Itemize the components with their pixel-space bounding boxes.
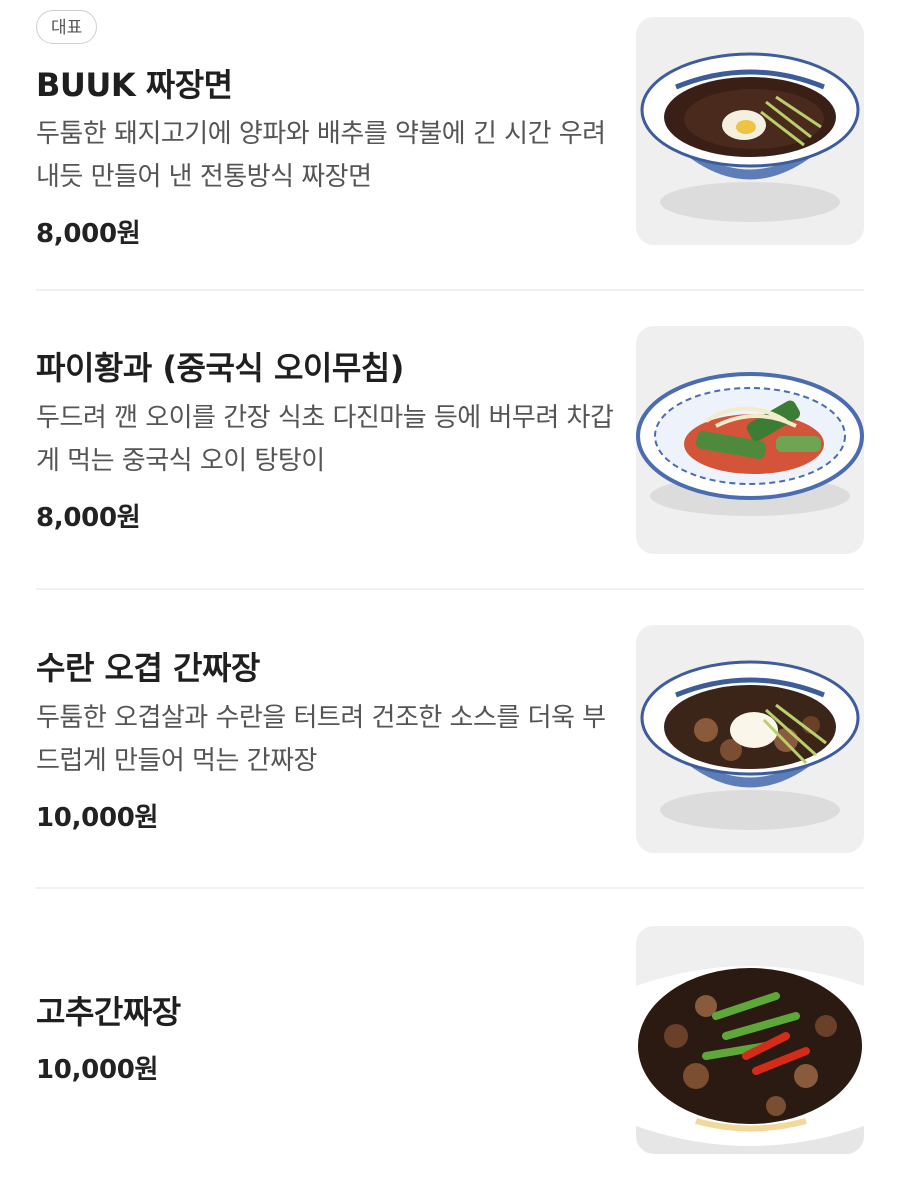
menu-item-name: 수란 오겹 간짜장 <box>36 649 260 687</box>
menu-item-text: 고추간짜장 10,000원 <box>36 925 616 1153</box>
divider <box>36 289 864 291</box>
menu-item-photo[interactable] <box>636 326 864 554</box>
menu-item-text: 대표 BUUK 짜장면 두툼한 돼지고기에 양파와 배추를 약불에 긴 시간 우… <box>36 10 616 249</box>
menu-item-photo[interactable] <box>636 625 864 853</box>
cucumber-salad-plate-image <box>636 326 864 554</box>
menu-item-text: 파이황과 (중국식 오이무침) 두드려 깬 오이를 간장 식초 다진마늘 등에 … <box>36 325 616 553</box>
pepper-gan-jjajang-bowl-image <box>636 926 864 1154</box>
jjajangmyeon-bowl-image <box>636 17 864 245</box>
menu-item-price: 10,000원 <box>36 1055 159 1085</box>
menu-item-name: 파이황과 (중국식 오이무침) <box>36 349 404 387</box>
menu-item[interactable]: 수란 오겹 간짜장 두툼한 오겹살과 수란을 터트려 건조한 소스를 더욱 부드… <box>36 625 864 853</box>
gan-jjajang-bowl-image <box>636 625 864 853</box>
menu-item-photo[interactable] <box>636 926 864 1154</box>
signature-badge: 대표 <box>36 10 98 44</box>
menu-item-text: 수란 오겹 간짜장 두툼한 오겹살과 수란을 터트려 건조한 소스를 더욱 부드… <box>36 625 616 853</box>
menu-item[interactable]: 고추간짜장 10,000원 <box>36 925 864 1154</box>
menu-item-price: 8,000원 <box>36 503 141 533</box>
menu-item-photo[interactable] <box>636 17 864 245</box>
menu-item-name: 고추간짜장 <box>36 993 181 1031</box>
menu-item[interactable]: 파이황과 (중국식 오이무침) 두드려 깬 오이를 간장 식초 다진마늘 등에 … <box>36 325 864 554</box>
menu-item[interactable]: 대표 BUUK 짜장면 두툼한 돼지고기에 양파와 배추를 약불에 긴 시간 우… <box>36 10 864 249</box>
menu-item-description: 두툼한 오겹살과 수란을 터트려 건조한 소스를 더욱 부드럽게 만들어 먹는 … <box>36 703 606 776</box>
menu-item-description: 두드려 깬 오이를 간장 식초 다진마늘 등에 버무려 차갑게 먹는 중국식 오… <box>36 403 614 476</box>
menu-item-price: 8,000원 <box>36 219 141 249</box>
menu-item-price: 10,000원 <box>36 803 159 833</box>
divider <box>36 887 864 889</box>
menu-item-name: BUUK 짜장면 <box>36 66 233 104</box>
divider <box>36 588 864 590</box>
menu-item-description: 두툼한 돼지고기에 양파와 배추를 약불에 긴 시간 우려내듯 만들어 낸 전통… <box>36 119 606 192</box>
menu-list: 대표 BUUK 짜장면 두툼한 돼지고기에 양파와 배추를 약불에 긴 시간 우… <box>0 0 900 1177</box>
